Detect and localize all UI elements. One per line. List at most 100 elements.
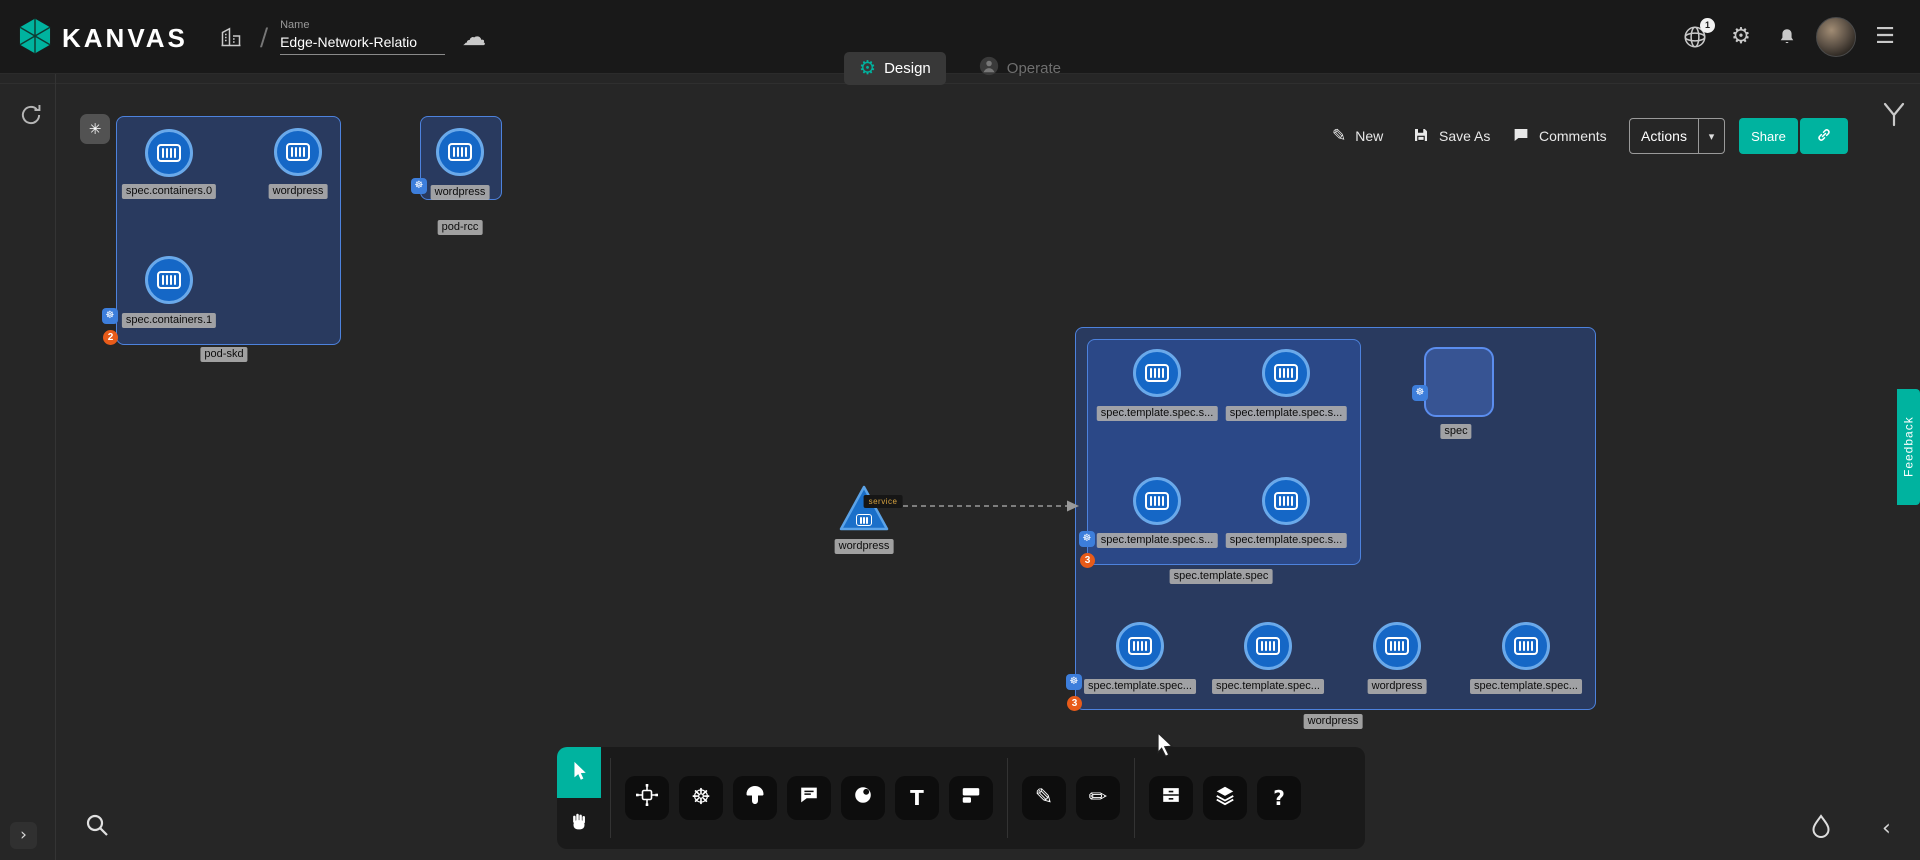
node-container[interactable] — [1133, 349, 1181, 397]
y-merge-icon[interactable] — [1880, 100, 1908, 133]
node-label: wordpress — [1368, 679, 1427, 694]
spec-node[interactable] — [1424, 347, 1494, 417]
container-icon — [1514, 637, 1538, 655]
link-icon — [1815, 126, 1833, 147]
node-container[interactable] — [274, 128, 322, 176]
save-as-button[interactable]: Save As — [1412, 118, 1490, 154]
new-label: New — [1355, 128, 1383, 144]
node-label: spec.template.spec... — [1084, 679, 1196, 694]
layers-tool-button[interactable] — [1203, 776, 1247, 820]
doodle-icon — [852, 784, 874, 812]
help-tool-button[interactable]: ? — [1257, 776, 1301, 820]
container-icon — [1256, 637, 1280, 655]
pencil-tool-button[interactable]: ✎ — [1022, 776, 1066, 820]
notifications-bell-icon[interactable] — [1770, 20, 1804, 54]
extensions-sphere-icon[interactable]: 1 — [1678, 20, 1712, 54]
text-tool-button[interactable]: T — [895, 776, 939, 820]
service-triangle-node[interactable] — [838, 484, 890, 537]
node-container[interactable] — [1502, 622, 1550, 670]
container-icon — [1128, 637, 1152, 655]
node-container[interactable] — [436, 128, 484, 176]
settings-gear-icon[interactable]: ⚙ — [1724, 20, 1758, 54]
node-container[interactable] — [1373, 622, 1421, 670]
node-label: spec.template.spec... — [1470, 679, 1582, 694]
edge-label: service — [864, 495, 903, 508]
share-button[interactable]: Share — [1739, 118, 1798, 154]
kubernetes-badge-icon[interactable]: ☸ — [102, 308, 118, 324]
tab-design-label: Design — [884, 60, 931, 77]
tools-dock: ☸ T ✎ ✏ ? — [557, 747, 1365, 849]
node-container[interactable] — [1244, 622, 1292, 670]
copy-link-button[interactable] — [1800, 118, 1848, 154]
error-badge[interactable]: 3 — [1067, 696, 1082, 711]
ink-drop-icon[interactable] — [1806, 812, 1836, 847]
node-container[interactable] — [1262, 349, 1310, 397]
node-container[interactable] — [1116, 622, 1164, 670]
node-label: wordpress — [431, 185, 490, 200]
name-field-label: Name — [280, 19, 445, 31]
kubernetes-icon: ☸ — [691, 787, 711, 809]
group-label: pod-rcc — [438, 220, 483, 235]
error-badge[interactable]: 3 — [1080, 553, 1095, 568]
cursor-icon — [569, 760, 589, 785]
drawer-icon — [1160, 784, 1182, 812]
actions-button[interactable]: Actions — [1630, 119, 1698, 153]
drawer-tool-button[interactable] — [1149, 776, 1193, 820]
brand[interactable]: KANVAS — [16, 17, 188, 60]
left-panel-divider — [55, 74, 56, 860]
node-label: wordpress — [835, 539, 894, 554]
mushroom-tool-button[interactable] — [733, 776, 777, 820]
brand-name: KANVAS — [62, 23, 188, 54]
node-container[interactable] — [145, 129, 193, 177]
notification-count-badge: 1 — [1700, 18, 1715, 33]
expand-panel-button[interactable]: › — [10, 822, 37, 849]
tab-operate[interactable]: Operate — [964, 49, 1076, 87]
chevron-right-icon: › — [20, 827, 27, 844]
edge-arrow[interactable] — [893, 495, 1093, 522]
shapes-tool-button[interactable] — [949, 776, 993, 820]
node-label: spec.template.spec.s... — [1097, 533, 1218, 548]
components-tool-button[interactable] — [625, 776, 669, 820]
design-name-input[interactable] — [280, 33, 445, 55]
pen-icon: ✏ — [1089, 787, 1107, 809]
node-container[interactable] — [1133, 477, 1181, 525]
group-label: wordpress — [1304, 714, 1363, 729]
doodle-tool-button[interactable] — [841, 776, 885, 820]
kubernetes-badge-icon[interactable]: ☸ — [411, 178, 427, 194]
kubernetes-badge-icon[interactable]: ☸ — [1066, 674, 1082, 690]
node-container[interactable] — [1262, 477, 1310, 525]
zoom-search-button[interactable] — [80, 808, 114, 842]
header-actions: 1 ⚙ ☰ — [1678, 0, 1902, 73]
tab-design[interactable]: ⚙ Design — [844, 52, 946, 85]
building-icon[interactable] — [214, 20, 248, 54]
node-label: spec.containers.1 — [122, 313, 216, 328]
node-container[interactable] — [145, 256, 193, 304]
kanvas-logo-icon — [16, 17, 54, 60]
kubernetes-tool-button[interactable]: ☸ — [679, 776, 723, 820]
pencil-icon: ✎ — [1035, 787, 1053, 809]
kubernetes-badge-icon[interactable]: ☸ — [1079, 531, 1095, 547]
group-label: spec.template.spec — [1170, 569, 1273, 584]
kubernetes-badge-icon[interactable]: ☸ — [1412, 385, 1428, 401]
group-spec-template[interactable] — [1087, 339, 1361, 565]
comments-button[interactable]: Comments — [1512, 118, 1607, 154]
node-label: spec — [1440, 424, 1471, 439]
cloud-sync-icon: ☁ — [457, 20, 491, 54]
feedback-tab[interactable]: Feedback — [1897, 389, 1920, 505]
comment-icon — [1512, 126, 1530, 147]
pen-tool-button[interactable]: ✏ — [1076, 776, 1120, 820]
actions-dropdown-button[interactable]: ▾ — [1698, 119, 1724, 153]
comment-tool-button[interactable] — [787, 776, 831, 820]
menu-icon[interactable]: ☰ — [1868, 20, 1902, 54]
user-avatar[interactable] — [1816, 17, 1856, 57]
pan-tool-button[interactable] — [557, 798, 601, 849]
history-sync-icon[interactable] — [14, 98, 48, 132]
select-tool-button[interactable] — [557, 747, 601, 798]
new-button[interactable]: ✎ New — [1332, 118, 1383, 154]
text-icon: T — [910, 786, 924, 810]
container-icon — [1145, 364, 1169, 382]
collapse-panel-button[interactable]: ‹ — [1882, 818, 1891, 840]
error-badge[interactable]: 2 — [103, 330, 118, 345]
hand-icon — [568, 811, 590, 836]
asterisk-layout-button[interactable]: ✳ — [80, 114, 110, 144]
